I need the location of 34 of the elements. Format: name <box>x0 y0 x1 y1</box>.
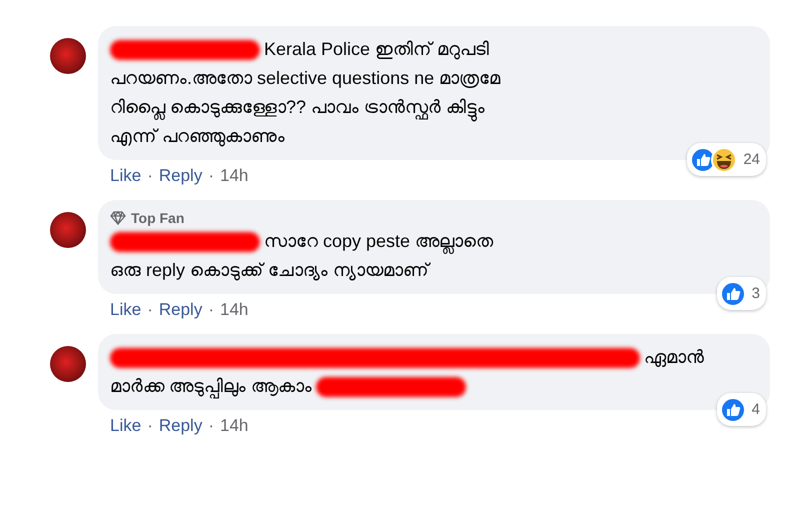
separator-dot: · <box>147 166 153 186</box>
comment-text: റിപ്ലൈ കൊടുക്കുള്ളോ?? പാവം ട്രാൻസ്ഫർ കിട്ടും <box>110 93 486 122</box>
timestamp[interactable]: 14h <box>220 416 248 436</box>
reaction-count[interactable]: 24 <box>687 143 766 176</box>
action-link[interactable]: Like <box>110 416 142 436</box>
reaction-count[interactable]: 4 <box>716 393 766 426</box>
like-icon <box>720 280 746 306</box>
timestamp[interactable]: 14h <box>220 300 248 320</box>
separator-dot: · <box>208 416 214 436</box>
comment-text: ഏമാൻ <box>644 346 704 369</box>
action-link[interactable]: Reply <box>158 166 202 186</box>
comment-text: Kerala Police ഇതിന് മറുപടി <box>264 38 490 62</box>
comment-text: പറയണം.അതോ selective questions ne മാത്രമേ <box>110 67 500 90</box>
action-link[interactable]: Reply <box>158 416 202 436</box>
action-link[interactable]: Like <box>110 166 142 186</box>
like-icon <box>720 396 746 422</box>
top-fan-label: Top Fan <box>131 209 184 227</box>
reaction-count[interactable]: 3 <box>716 277 766 310</box>
action-link[interactable]: Like <box>110 300 142 320</box>
action-link[interactable]: Reply <box>158 300 202 320</box>
comment-text: മാർക്ക അടുപ്പിലും ആകാം <box>110 372 312 401</box>
separator-dot: · <box>208 300 214 320</box>
separator-dot: · <box>208 166 214 186</box>
diamond-icon <box>110 211 126 225</box>
avatar-icon[interactable] <box>50 346 86 382</box>
laughing-face-icon <box>711 146 738 172</box>
comment-text: ഒരു reply കൊടുക്ക് ചോദ്യം ന്യായമാണ് <box>110 259 430 282</box>
avatar-icon[interactable] <box>50 38 86 74</box>
comment-text: എന്ന് പറഞ്ഞുകാണും <box>110 125 286 148</box>
avatar-icon[interactable] <box>50 212 86 248</box>
timestamp[interactable]: 14h <box>220 166 248 186</box>
separator-dot: · <box>147 416 153 436</box>
separator-dot: · <box>147 300 153 320</box>
comment-text: സാറേ copy peste അല്ലാതെ <box>264 227 494 256</box>
